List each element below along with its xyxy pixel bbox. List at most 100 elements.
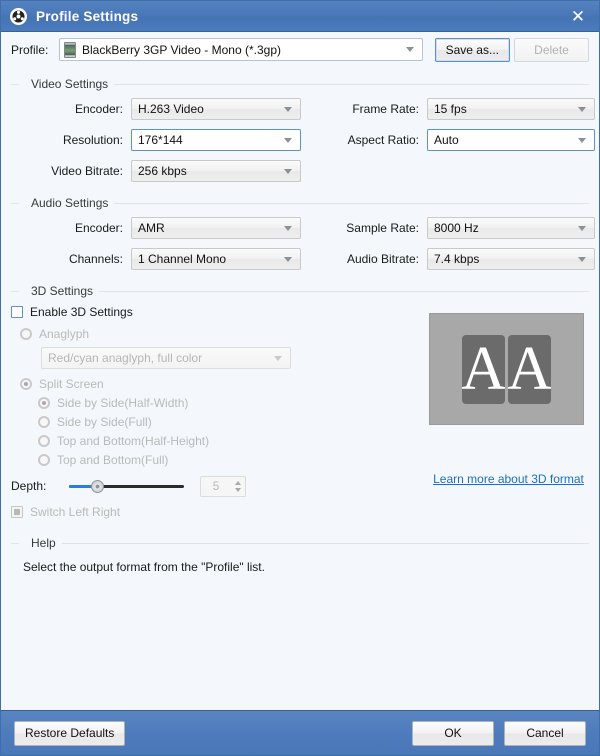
divider — [11, 202, 19, 204]
video-encoder-label: Encoder: — [74, 102, 123, 116]
video-bitrate-value: 256 kbps — [138, 164, 187, 178]
chevron-down-icon — [578, 137, 586, 143]
video-bitrate-select[interactable]: 256 kbps — [131, 160, 301, 182]
depth-value: 5 — [212, 479, 220, 493]
threed-settings-title: 3D Settings — [31, 284, 94, 298]
profile-row: Profile: BlackBerry 3GP Video - Mono (*.… — [1, 32, 599, 67]
threed-preview-image: A A — [429, 313, 584, 425]
depth-label: Depth: — [11, 479, 47, 493]
channels-value: 1 Channel Mono — [138, 252, 227, 266]
channels-select[interactable]: 1 Channel Mono — [131, 248, 301, 270]
divider — [114, 202, 589, 204]
channels-label: Channels: — [68, 252, 123, 266]
resolution-value: 176*144 — [138, 133, 183, 147]
divider — [114, 83, 589, 85]
enable-3d-label: Enable 3D Settings — [30, 305, 133, 319]
help-group: Help Select the output format from the "… — [11, 536, 589, 574]
chevron-down-icon — [405, 47, 414, 52]
chevron-down-icon — [578, 106, 586, 112]
sample-rate-value: 8000 Hz — [434, 221, 479, 235]
depth-stepper: 5 — [200, 475, 246, 497]
video-bitrate-label: Video Bitrate: — [51, 164, 123, 178]
help-text: Select the output format from the "Profi… — [23, 560, 265, 574]
audio-bitrate-label: Audio Bitrate: — [346, 252, 419, 266]
divider — [61, 542, 589, 544]
split-screen-label: Split Screen — [39, 376, 104, 391]
audio-bitrate-value: 7.4 kbps — [434, 252, 480, 266]
aspect-ratio-value: Auto — [434, 133, 459, 147]
resolution-label: Resolution: — [62, 133, 123, 147]
profile-select[interactable]: BlackBerry 3GP Video - Mono (*.3gp) — [59, 38, 423, 61]
checkbox-icon — [11, 506, 23, 518]
chevron-down-icon — [284, 137, 292, 143]
split-option-side-by-side-half: Side by Side(Half-Width) — [38, 393, 411, 412]
ok-button[interactable]: OK — [412, 720, 494, 746]
learn-more-3d-link[interactable]: Learn more about 3D format — [421, 472, 596, 486]
anaglyph-select: Red/cyan anaglyph, full color — [41, 347, 291, 369]
split-option-label: Top and Bottom(Half-Height) — [57, 433, 210, 448]
audio-encoder-value: AMR — [138, 221, 165, 235]
save-as-button[interactable]: Save as... — [434, 37, 510, 62]
radio-icon — [20, 377, 32, 390]
enable-3d-checkbox[interactable]: Enable 3D Settings — [11, 303, 411, 321]
radio-icon — [38, 415, 50, 428]
title-bar: Profile Settings ✕ — [1, 1, 599, 32]
divider — [11, 542, 19, 544]
slider-handle[interactable] — [91, 480, 104, 493]
threed-settings-body: Enable 3D Settings Anaglyph Red/cyan ana… — [11, 298, 589, 524]
divider — [11, 290, 19, 292]
chevron-down-icon — [284, 106, 292, 112]
depth-row: Depth: 5 — [11, 475, 411, 497]
split-option-label: Top and Bottom(Full) — [57, 452, 169, 467]
split-screen-radio: Split Screen — [20, 374, 411, 393]
chevron-down-icon — [578, 256, 586, 262]
audio-bitrate-select[interactable]: 7.4 kbps — [427, 248, 595, 270]
frame-rate-value: 15 fps — [434, 102, 467, 116]
divider — [11, 83, 19, 85]
threed-settings-group: 3D Settings Enable 3D Settings Anaglyph — [11, 284, 589, 524]
threed-settings-header: 3D Settings — [11, 284, 589, 298]
video-encoder-select[interactable]: H.263 Video — [131, 98, 301, 120]
split-option-top-bottom-full: Top and Bottom(Full) — [38, 450, 411, 469]
sample-rate-label: Sample Rate: — [346, 221, 419, 235]
split-option-label: Side by Side(Full) — [57, 414, 152, 429]
anaglyph-radio: Anaglyph — [20, 324, 411, 343]
depth-slider[interactable] — [69, 478, 184, 494]
resolution-select[interactable]: 176*144 — [131, 129, 301, 151]
stepper-buttons — [231, 477, 245, 496]
video-settings-fields: Encoder: H.263 Video Frame Rate: 15 fps … — [11, 98, 595, 182]
page-title: Profile Settings — [36, 8, 139, 24]
frame-rate-select[interactable]: 15 fps — [427, 98, 595, 120]
video-settings-body: Encoder: H.263 Video Frame Rate: 15 fps … — [11, 91, 595, 182]
anaglyph-select-wrap: Red/cyan anaglyph, full color — [41, 347, 291, 369]
audio-encoder-select[interactable]: AMR — [131, 217, 301, 239]
chevron-down-icon — [274, 355, 282, 361]
aspect-ratio-select[interactable]: Auto — [427, 129, 595, 151]
close-icon[interactable]: ✕ — [563, 3, 593, 29]
anaglyph-label: Anaglyph — [39, 326, 90, 341]
audio-settings-group: Audio Settings Encoder: AMR Sample Rate:… — [11, 196, 595, 270]
divider — [99, 290, 589, 292]
audio-settings-header: Audio Settings — [11, 196, 589, 210]
audio-encoder-label: Encoder: — [74, 221, 123, 235]
dialog-footer: Restore Defaults OK Cancel — [1, 710, 599, 755]
video-settings-group: Video Settings Encoder: H.263 Video Fram… — [11, 77, 595, 182]
switch-left-right-checkbox: Switch Left Right — [11, 503, 411, 521]
cancel-button[interactable]: Cancel — [504, 720, 586, 746]
device-thumbnail-icon — [64, 41, 76, 58]
split-option-label: Side by Side(Half-Width) — [57, 395, 189, 410]
sample-rate-select[interactable]: 8000 Hz — [427, 217, 595, 239]
audio-settings-body: Encoder: AMR Sample Rate: 8000 Hz Channe… — [11, 210, 595, 270]
preview-pane-left: A — [462, 334, 505, 404]
chevron-down-icon — [284, 256, 292, 262]
audio-settings-title: Audio Settings — [31, 196, 109, 210]
frame-rate-label: Frame Rate: — [352, 102, 419, 116]
preview-letter: A — [462, 335, 505, 403]
anaglyph-value: Red/cyan anaglyph, full color — [48, 351, 203, 365]
chevron-down-icon — [578, 225, 586, 231]
video-encoder-value: H.263 Video — [138, 102, 204, 116]
aspect-ratio-label: Aspect Ratio: — [347, 133, 419, 147]
dialog-content: Video Settings Encoder: H.263 Video Fram… — [1, 67, 599, 710]
split-option-side-by-side-full: Side by Side(Full) — [38, 412, 411, 431]
restore-defaults-button[interactable]: Restore Defaults — [14, 720, 126, 746]
